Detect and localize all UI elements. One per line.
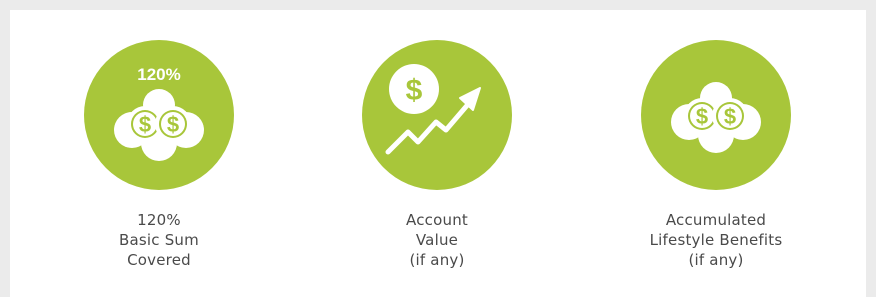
benefit-basic-sum: 120% $ $ 120% Basic Sum Covered [19, 40, 299, 270]
caption-line: (if any) [409, 251, 465, 269]
caption-line: Value [415, 231, 459, 249]
caption-line: Covered [127, 251, 191, 269]
coin-growth-arrow-icon: $ [362, 40, 512, 190]
caption-line: Accumulated [665, 211, 767, 229]
benefits-panel: 120% $ $ 120% Basic Sum Covered $ Accoun… [10, 10, 866, 297]
caption-line: Account [406, 211, 468, 229]
benefit-caption: Accumulated Lifestyle Benefits (if any) [576, 210, 856, 270]
coins-icon: 120% $ $ [84, 40, 234, 190]
coins-icon: $ $ [641, 40, 791, 190]
dollar-sign: $ [406, 74, 423, 107]
dollar-sign: $ [167, 112, 179, 137]
dollar-sign: $ [139, 112, 151, 137]
benefit-lifestyle: $ $ Accumulated Lifestyle Benefits (if a… [576, 40, 856, 270]
caption-line: 120% [137, 211, 181, 229]
caption-line: (if any) [688, 251, 744, 269]
dollar-sign: $ [696, 104, 708, 129]
caption-line: Lifestyle Benefits [649, 231, 783, 249]
benefit-caption: Account Value (if any) [297, 210, 577, 270]
benefit-account-value: $ Account Value (if any) [297, 40, 577, 270]
caption-line: Basic Sum [119, 231, 199, 249]
badge-percent: 120% [137, 65, 180, 84]
dollar-sign: $ [724, 104, 736, 129]
benefit-caption: 120% Basic Sum Covered [19, 210, 299, 270]
